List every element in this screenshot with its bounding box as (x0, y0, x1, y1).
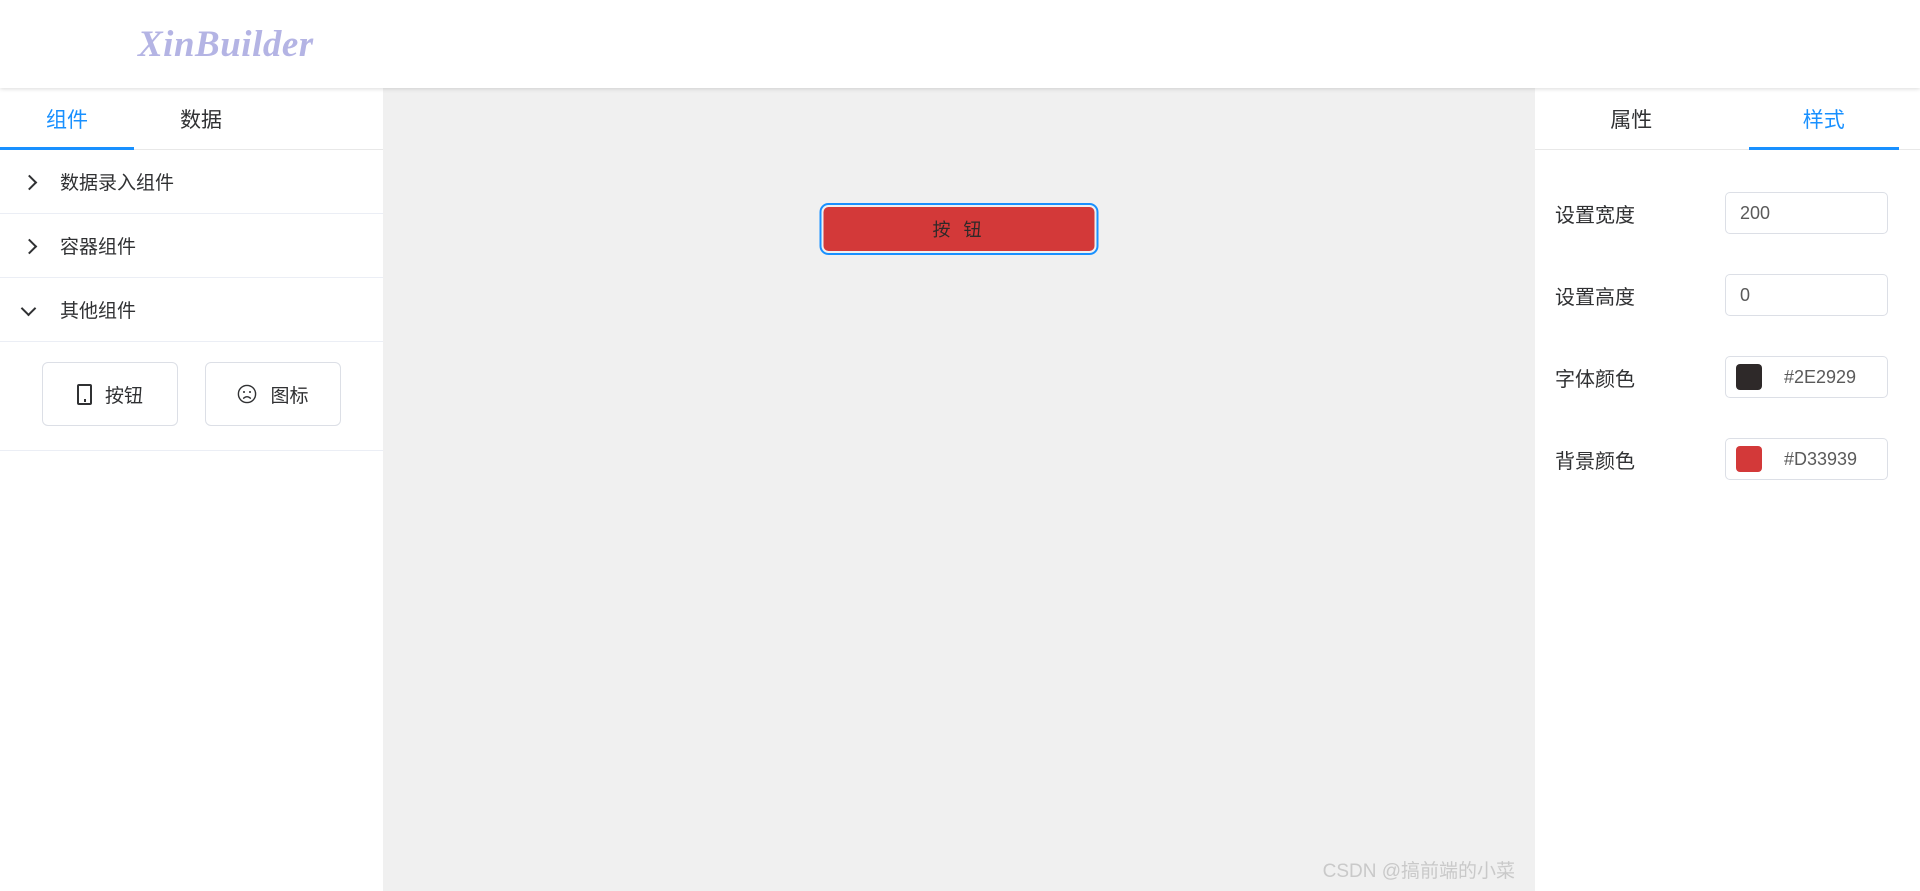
accordion-item-container[interactable]: 容器组件 (0, 214, 383, 278)
app-logo: XinBuilder (138, 23, 314, 65)
chevron-right-icon (22, 174, 38, 190)
label-font-color: 字体颜色 (1555, 368, 1635, 391)
accordion-panel-other: 按钮 图标 (0, 342, 383, 451)
label-set-width: 设置宽度 (1555, 204, 1635, 227)
accordion-item-container-label: 容器组件 (60, 237, 137, 258)
accordion-item-data-entry-label: 数据录入组件 (60, 173, 175, 194)
frown-face-icon (237, 384, 257, 404)
tab-data[interactable]: 数据 (134, 88, 268, 149)
phone-icon (76, 383, 92, 405)
form-row-font-color: 字体颜色 #2E2929 (1535, 336, 1920, 418)
app-header: XinBuilder (0, 0, 1920, 88)
tab-components[interactable]: 组件 (0, 88, 134, 150)
form-row-height: 设置高度 0 (1535, 254, 1920, 336)
left-panel: 组件 数据 数据录入组件 容器组件 其他组件 按钮 图标 (0, 88, 383, 891)
chevron-right-icon (22, 238, 38, 254)
accordion-item-data-entry[interactable]: 数据录入组件 (0, 150, 383, 214)
input-set-width[interactable]: 200 (1725, 192, 1888, 234)
font-color-swatch[interactable] (1736, 364, 1762, 390)
input-set-height[interactable]: 0 (1725, 274, 1888, 316)
accordion-item-other-label: 其他组件 (60, 301, 137, 322)
form-row-background-color: 背景颜色 #D33939 (1535, 418, 1920, 500)
label-background-color: 背景颜色 (1555, 450, 1635, 473)
right-panel-tabbar: 属性 样式 (1535, 88, 1920, 150)
component-card-icon[interactable]: 图标 (205, 362, 341, 426)
input-set-width-value: 200 (1740, 202, 1771, 223)
right-panel: 属性 样式 设置宽度 200 设置高度 0 字体颜色 #2E2929 背景颜色 … (1535, 88, 1920, 891)
app-body: 组件 数据 数据录入组件 容器组件 其他组件 按钮 图标 按 钮 CSDN @搞… (0, 88, 1920, 891)
input-background-color[interactable]: #D33939 (1725, 438, 1888, 480)
background-color-value: #D33939 (1784, 448, 1858, 469)
component-card-button[interactable]: 按钮 (42, 362, 178, 426)
accordion-item-other[interactable]: 其他组件 (0, 278, 383, 342)
watermark: CSDN @搞前端的小菜 (1322, 861, 1515, 882)
canvas-button-component[interactable]: 按 钮 (819, 203, 1099, 255)
input-set-height-value: 0 (1740, 284, 1751, 305)
tab-properties[interactable]: 属性 (1556, 88, 1706, 149)
input-font-color[interactable]: #2E2929 (1725, 356, 1888, 398)
tab-styles[interactable]: 样式 (1748, 88, 1899, 150)
left-panel-tabbar: 组件 数据 (0, 88, 383, 150)
background-color-swatch[interactable] (1736, 446, 1762, 472)
tab-data-label: 数据 (180, 108, 222, 132)
component-card-button-label: 按钮 (104, 385, 143, 407)
font-color-value: #2E2929 (1784, 366, 1857, 387)
form-row-width: 设置宽度 200 (1535, 172, 1920, 254)
tab-styles-label: 样式 (1802, 108, 1845, 132)
tab-properties-label: 属性 (1610, 108, 1653, 132)
chevron-down-icon (22, 302, 38, 318)
app-root: XinBuilder 组件 数据 数据录入组件 容器组件 其他组件 按钮 图标 … (0, 0, 1920, 891)
label-set-height: 设置高度 (1555, 286, 1635, 309)
style-form: 设置宽度 200 设置高度 0 字体颜色 #2E2929 背景颜色 #D3393… (1535, 150, 1920, 500)
tab-components-label: 组件 (46, 108, 88, 132)
design-canvas[interactable]: 按 钮 CSDN @搞前端的小菜 (383, 88, 1535, 891)
canvas-selected-wrapper: 按 钮 (819, 203, 1099, 255)
component-card-icon-label: 图标 (270, 385, 309, 407)
component-accordion: 数据录入组件 容器组件 其他组件 按钮 图标 (0, 150, 383, 451)
